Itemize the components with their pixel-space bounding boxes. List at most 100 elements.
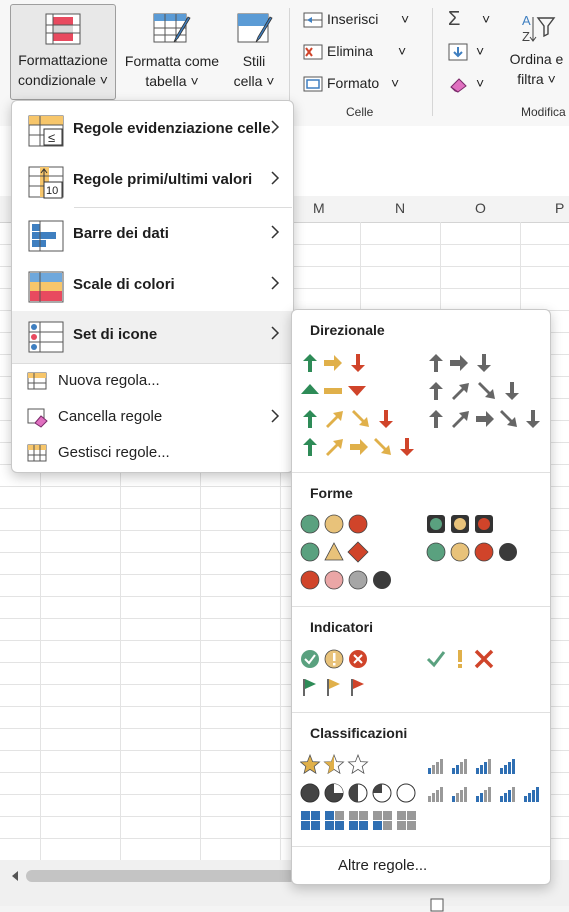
- icon-set-4-arrows-colored[interactable]: [300, 408, 400, 430]
- menu-item-icon-sets[interactable]: Set di icone: [12, 311, 292, 363]
- svg-text:10: 10: [46, 185, 58, 197]
- data-bars-icon: [28, 220, 64, 252]
- icon-set-3-flags[interactable]: [300, 676, 372, 698]
- chevron-right-icon: [271, 326, 280, 340]
- chevron-down-icon: ˅: [547, 71, 556, 87]
- icon-set-3-signs[interactable]: [300, 541, 372, 563]
- chevron-down-icon: ˅: [398, 43, 407, 59]
- sigma-icon: Σ: [448, 8, 461, 30]
- icon-set-3-stars[interactable]: [300, 754, 372, 776]
- icon-set-3-triangles[interactable]: [300, 380, 372, 402]
- cond-format-label-1: Formattazione: [18, 52, 108, 68]
- chevron-down-icon: ˅: [391, 75, 400, 91]
- icon-set-red-to-black[interactable]: [300, 569, 400, 591]
- icon-set-5-ratings[interactable]: [426, 782, 546, 804]
- delete-cells-button[interactable]: Elimina ˅: [303, 40, 415, 62]
- group-cells-label: Celle: [346, 105, 374, 119]
- icon-set-3-traffic-lights-unrimmed[interactable]: [300, 513, 372, 535]
- cell-styles-label-1: Stili: [242, 53, 266, 69]
- menu-item-color-scales[interactable]: Scale di colori: [12, 261, 292, 311]
- column-header-o[interactable]: O: [475, 200, 486, 216]
- chevron-right-icon: [271, 225, 280, 239]
- format-table-label-2: tabella ˅: [145, 73, 199, 89]
- data-bars-label: Barre dei dati: [73, 225, 169, 242]
- column-header-m[interactable]: M: [313, 200, 325, 216]
- sort-label-1: Ordina e: [509, 51, 564, 67]
- icon-sets-submenu: Direzionale Forme Indicatori Classificaz…: [291, 309, 551, 885]
- icon-set-4-ratings[interactable]: [426, 754, 526, 776]
- horizontal-scrollbar[interactable]: [26, 870, 296, 882]
- icon-set-3-symbols-uncircled[interactable]: [426, 648, 498, 670]
- menu-item-data-bars[interactable]: Barre dei dati: [12, 210, 292, 260]
- chevron-down-icon: ˅: [476, 75, 485, 91]
- menu-item-new-rule[interactable]: Nuova regola...: [12, 364, 292, 398]
- chevron-right-icon: [271, 171, 280, 185]
- icon-set-5-arrows-colored[interactable]: [300, 436, 420, 458]
- icon-set-4-arrows-gray[interactable]: [426, 380, 526, 402]
- icon-set-3-traffic-lights-rimmed[interactable]: [426, 513, 498, 535]
- delete-label: Elimina: [327, 43, 373, 59]
- format-cells-icon: [303, 76, 323, 92]
- menu-item-clear-rules[interactable]: Cancella regole: [12, 400, 292, 434]
- icon-sets-label: Set di icone: [73, 326, 158, 343]
- menu-item-highlight-rules[interactable]: ≤ Regole evidenziazione celle: [12, 105, 292, 155]
- highlight-rules-label: Regole evidenziazione celle: [73, 120, 271, 137]
- clear-rules-label: Cancella regole: [58, 408, 163, 425]
- menu-item-manage-rules[interactable]: Gestisci regole...: [12, 436, 292, 470]
- format-as-table-icon: [153, 13, 191, 43]
- cell-styles-icon: [237, 13, 273, 43]
- chevron-down-icon: ˅: [190, 73, 199, 89]
- color-scales-label: Scale di colori: [73, 276, 175, 293]
- group-edit-label: Modifica: [521, 105, 566, 119]
- insert-cells-button[interactable]: Inserisci ˅: [303, 8, 415, 30]
- chevron-right-icon: [271, 120, 280, 134]
- chevron-down-icon: ˅: [266, 73, 275, 89]
- autosum-button[interactable]: Σ ˅: [448, 8, 494, 30]
- top-bottom-rules-icon: 10: [28, 166, 64, 199]
- svg-text:≤: ≤: [48, 130, 55, 145]
- checkbox-icon[interactable]: [430, 898, 444, 912]
- new-rule-label: Nuova regola...: [58, 372, 160, 389]
- conditional-formatting-menu: ≤ Regole evidenziazione celle 10 Regole …: [11, 100, 294, 473]
- chevron-down-icon: ˅: [482, 11, 491, 27]
- clear-button[interactable]: ˅: [448, 72, 494, 94]
- format-cells-button[interactable]: Formato ˅: [303, 72, 415, 94]
- format-label: Formato: [327, 75, 380, 91]
- icon-set-5-quarters[interactable]: [300, 782, 420, 804]
- section-separator: [292, 846, 550, 847]
- section-shapes-title: Forme: [310, 485, 353, 501]
- icon-set-3-arrows-gray[interactable]: [426, 352, 498, 374]
- icon-set-4-traffic-lights[interactable]: [426, 541, 526, 563]
- format-as-table-button[interactable]: Formatta come tabella ˅: [118, 4, 226, 98]
- new-rule-icon: [27, 372, 47, 390]
- top-bottom-rules-label: Regole primi/ultimi valori: [73, 171, 253, 188]
- column-header-p[interactable]: P: [555, 200, 564, 216]
- sort-filter-button[interactable]: A Z Ordina e filtra ˅: [504, 4, 569, 98]
- menu-separator: [74, 207, 292, 208]
- menu-item-top-bottom-rules[interactable]: 10 Regole primi/ultimi valori: [12, 156, 292, 206]
- fill-button[interactable]: ˅: [448, 40, 494, 62]
- section-indicators-title: Indicatori: [310, 619, 374, 635]
- insert-label: Inserisci: [327, 11, 379, 27]
- chevron-right-icon: [271, 276, 280, 290]
- cell-styles-label-2: cella ˅: [233, 73, 275, 89]
- cell-styles-button[interactable]: Stili cella ˅: [226, 4, 282, 98]
- delete-cells-icon: [303, 44, 323, 60]
- eraser-icon: [450, 78, 467, 93]
- manage-rules-icon: [27, 444, 47, 462]
- conditional-formatting-button[interactable]: Formattazione condizionale ˅: [10, 4, 116, 100]
- scroll-left-icon[interactable]: [8, 869, 22, 883]
- svg-text:Z: Z: [522, 29, 530, 44]
- section-separator: [292, 712, 550, 713]
- ribbon-separator: [432, 8, 433, 116]
- icon-set-5-boxes[interactable]: [300, 810, 420, 832]
- format-table-label-1: Formatta come: [124, 53, 220, 69]
- icon-set-3-symbols-circled[interactable]: [300, 648, 372, 670]
- icon-set-5-arrows-gray[interactable]: [426, 408, 546, 430]
- column-header-n[interactable]: N: [395, 200, 405, 216]
- more-rules-link[interactable]: Altre regole...: [338, 857, 427, 874]
- insert-cells-icon: [303, 12, 323, 28]
- chevron-right-icon: [271, 409, 280, 423]
- icon-set-3-arrows-colored[interactable]: [300, 352, 372, 374]
- icon-sets-icon: [28, 321, 64, 353]
